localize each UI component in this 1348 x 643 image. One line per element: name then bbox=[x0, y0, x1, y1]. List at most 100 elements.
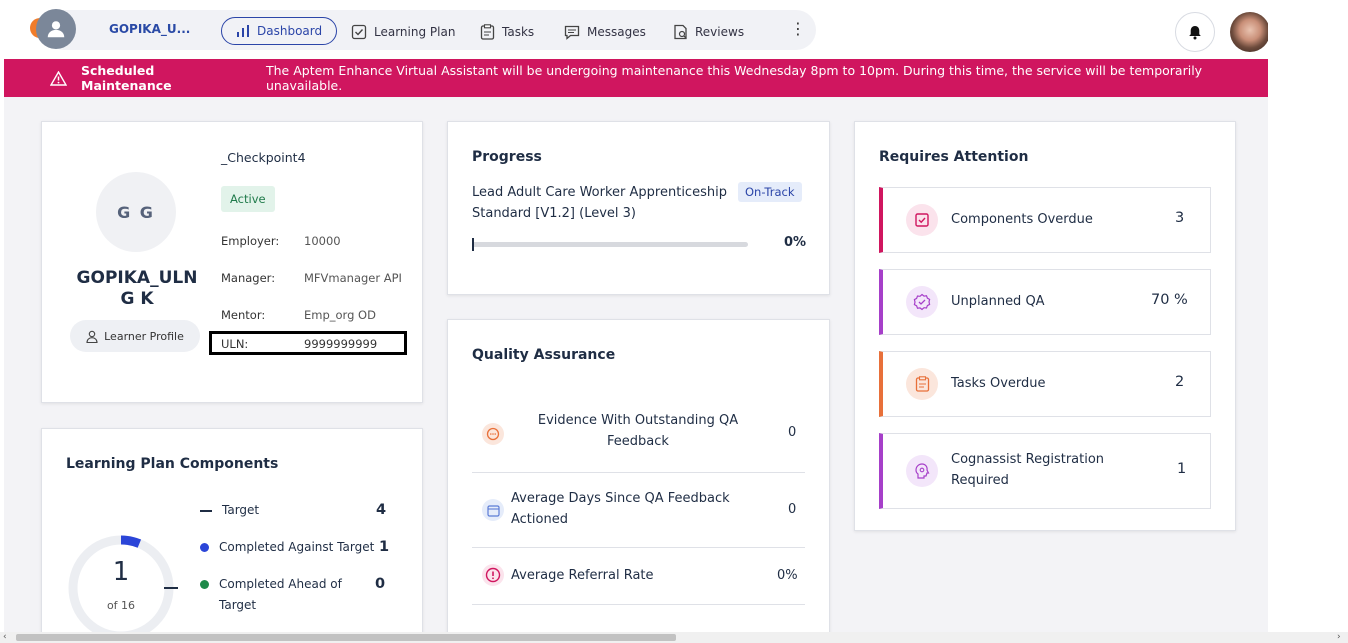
user-photo[interactable] bbox=[1230, 12, 1268, 52]
clipboard-icon bbox=[906, 368, 938, 400]
legend-target: Target bbox=[200, 500, 259, 521]
blue-dot-icon bbox=[200, 543, 209, 552]
attention-tasks-overdue-label: Tasks Overdue bbox=[951, 376, 1046, 391]
status-badge: Active bbox=[221, 186, 275, 212]
donut-center-sub: of 16 bbox=[106, 599, 136, 612]
scroll-right-icon[interactable]: › bbox=[1337, 632, 1341, 643]
progress-card: Progress Lead Adult Care Worker Apprenti… bbox=[447, 121, 830, 295]
qa-row-evidence[interactable]: Evidence With Outstanding QA Feedback 0 bbox=[472, 395, 805, 473]
progress-title: Progress bbox=[472, 149, 542, 165]
qa-row-average-days[interactable]: Average Days Since QA Feedback Actioned … bbox=[472, 473, 805, 548]
manager-label: Manager: bbox=[221, 271, 276, 285]
message-icon bbox=[564, 25, 580, 40]
maintenance-banner: Scheduled Maintenance The Aptem Enhance … bbox=[4, 59, 1268, 97]
qa-row-referral-rate[interactable]: Average Referral Rate 0% bbox=[472, 548, 805, 605]
tab-learning-plan[interactable]: Learning Plan bbox=[351, 19, 455, 45]
learner-profile-card: G G GOPIKA_ULN G K Learner Profile _Chec… bbox=[41, 121, 423, 403]
notifications-button[interactable] bbox=[1175, 12, 1215, 52]
donut-completed-arc bbox=[120, 535, 142, 548]
attention-components-overdue-label: Components Overdue bbox=[951, 212, 1093, 227]
attention-cognassist-label: Cognassist Registration Required bbox=[951, 452, 1105, 488]
tab-reviews[interactable]: Reviews bbox=[673, 19, 744, 45]
green-dot-icon bbox=[200, 580, 209, 589]
learner-profile-label: Learner Profile bbox=[104, 329, 184, 343]
attention-unplanned-qa-value: 70 % bbox=[1151, 292, 1188, 308]
mentor-label: Mentor: bbox=[221, 308, 266, 322]
learning-plan-card: Learning Plan Components 1 of 16 Target … bbox=[41, 428, 423, 643]
requires-attention-card: Requires Attention Components Overdue 3 … bbox=[854, 121, 1236, 531]
checkbox-icon bbox=[906, 204, 938, 236]
quality-assurance-card: Quality Assurance Evidence With Outstand… bbox=[447, 319, 830, 643]
tab-tasks[interactable]: Tasks bbox=[480, 19, 534, 45]
attention-tasks-overdue-value: 2 bbox=[1175, 374, 1185, 390]
donut-track bbox=[68, 535, 174, 641]
legend-completed-against-value: 1 bbox=[379, 539, 390, 555]
programme-name: _Checkpoint4 bbox=[221, 150, 306, 165]
legend-target-value: 4 bbox=[376, 502, 387, 518]
mentor-value: Emp_org OD bbox=[304, 308, 376, 322]
learning-plan-title: Learning Plan Components bbox=[66, 456, 279, 472]
alert-circle-icon bbox=[482, 564, 504, 586]
on-track-badge: On-Track bbox=[738, 182, 802, 202]
nav-user-name[interactable]: GOPIKA_U... bbox=[109, 22, 190, 36]
attention-title: Requires Attention bbox=[879, 149, 1029, 165]
attention-tasks-overdue[interactable]: Tasks Overdue 2 bbox=[879, 351, 1211, 417]
legend-target-label: Target bbox=[222, 503, 260, 517]
person-icon bbox=[47, 21, 65, 38]
warning-icon bbox=[50, 70, 67, 86]
employer-label: Employer: bbox=[221, 234, 280, 248]
scrollbar-thumb[interactable] bbox=[16, 634, 676, 641]
app-frame: GOPIKA_U... Dashboard Learning Plan Task… bbox=[4, 3, 1268, 643]
attention-unplanned-qa[interactable]: Unplanned QA 70 % bbox=[879, 269, 1211, 335]
calendar-icon bbox=[482, 499, 504, 521]
tab-reviews-label: Reviews bbox=[695, 25, 745, 39]
tab-messages-label: Messages bbox=[587, 25, 646, 39]
tab-messages[interactable]: Messages bbox=[564, 19, 646, 45]
horizontal-scrollbar[interactable]: ‹ › bbox=[0, 632, 1348, 643]
review-icon bbox=[674, 24, 687, 40]
tab-learning-plan-label: Learning Plan bbox=[374, 25, 456, 39]
checkbox-icon bbox=[351, 24, 367, 40]
feedback-icon bbox=[482, 423, 504, 445]
tab-dashboard[interactable]: Dashboard bbox=[221, 17, 338, 45]
qa-row-evidence-label: Evidence With Outstanding QA Feedback bbox=[537, 413, 739, 449]
banner-message: The Aptem Enhance Virtual Assistant will… bbox=[265, 63, 1203, 93]
uln-value: 9999999999 bbox=[304, 337, 378, 351]
clipboard-icon bbox=[480, 24, 495, 40]
attention-components-overdue[interactable]: Components Overdue 3 bbox=[879, 187, 1211, 253]
target-line-icon bbox=[200, 510, 212, 512]
top-navigation: GOPIKA_U... Dashboard Learning Plan Task… bbox=[4, 3, 1268, 59]
legend-completed-against: Completed Against Target bbox=[200, 537, 374, 558]
attention-components-overdue-value: 3 bbox=[1175, 210, 1185, 226]
legend-completed-ahead-value: 0 bbox=[375, 576, 386, 592]
target-marker bbox=[164, 587, 178, 589]
user-avatar[interactable] bbox=[36, 9, 76, 49]
attention-cognassist-registration[interactable]: Cognassist Registration Required 1 bbox=[879, 433, 1211, 509]
bell-icon bbox=[1189, 25, 1201, 39]
brain-gear-icon bbox=[906, 455, 938, 487]
scroll-left-icon[interactable]: ‹ bbox=[3, 632, 7, 643]
more-options-icon[interactable]: ⋮ bbox=[790, 21, 806, 37]
qa-row-average-days-value: 0 bbox=[788, 502, 797, 517]
employer-value: 10000 bbox=[304, 234, 341, 248]
person-outline-icon bbox=[86, 330, 98, 343]
qa-row-average-days-label: Average Days Since QA Feedback Actioned bbox=[511, 491, 730, 527]
progress-bar bbox=[472, 238, 748, 251]
learner-name: GOPIKA_ULN G K bbox=[76, 268, 198, 309]
uln-label: ULN: bbox=[221, 337, 249, 351]
manager-value: MFVmanager API bbox=[304, 271, 402, 285]
banner-title: Scheduled Maintenance bbox=[81, 63, 172, 93]
donut-center-value: 1 bbox=[112, 557, 130, 587]
tab-tasks-label: Tasks bbox=[502, 25, 535, 39]
qa-title: Quality Assurance bbox=[472, 347, 616, 363]
learner-profile-button[interactable]: Learner Profile bbox=[70, 320, 200, 352]
legend-completed-ahead-label: Completed Ahead of Target bbox=[219, 577, 342, 612]
qa-row-referral-rate-label: Average Referral Rate bbox=[511, 568, 654, 583]
attention-cognassist-value: 1 bbox=[1177, 461, 1187, 477]
learning-plan-donut bbox=[68, 535, 174, 641]
attention-unplanned-qa-label: Unplanned QA bbox=[951, 294, 1045, 309]
tab-dashboard-label: Dashboard bbox=[257, 24, 323, 38]
standard-name[interactable]: Lead Adult Care Worker Apprenticeship St… bbox=[472, 182, 732, 224]
legend-completed-against-label: Completed Against Target bbox=[219, 540, 375, 554]
progress-bar-fill bbox=[472, 238, 474, 251]
